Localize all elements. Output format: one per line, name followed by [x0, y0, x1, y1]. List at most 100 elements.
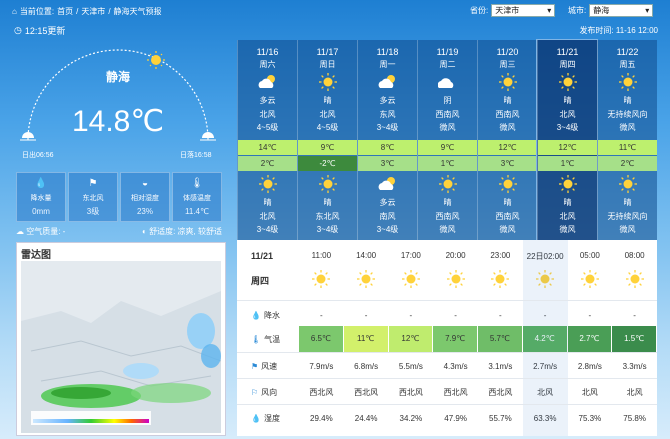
day-weather: 晴: [503, 96, 512, 105]
day-date: 11/16: [256, 47, 279, 57]
day-wind-level: 3~4级: [556, 123, 579, 132]
hour-time: 17:00: [400, 250, 421, 260]
sunrise-time: 日出06:56: [22, 152, 54, 159]
day-weekday: 周五: [619, 60, 636, 69]
day-wind-level: 微风: [499, 123, 516, 132]
hour-wind-direction: 北风: [626, 387, 643, 397]
radar-map[interactable]: [21, 261, 221, 433]
day-weather: 多云: [379, 96, 396, 105]
stat-wind: ⚑ 东北风 3级: [68, 172, 118, 222]
hour-rain: -: [364, 310, 368, 320]
breadcrumb-province-link[interactable]: 天津市: [81, 6, 105, 17]
stat-value: 11.4℃: [185, 207, 209, 217]
day-column[interactable]: 11/21 周四 晴 北风 3~4级 12℃ 1℃ 晴 北风 微风: [536, 39, 598, 241]
sun-icon: [498, 72, 518, 92]
humidity-label: 湿度: [263, 413, 280, 423]
low-temperature: 2℃: [598, 156, 657, 171]
sun-icon: [318, 174, 338, 194]
hourly-icon-row: 周四: [237, 268, 657, 292]
hour-humidity: 75.8%: [623, 413, 646, 423]
day-weather: 晴: [563, 96, 572, 105]
comfort-text: 舒适度: 凉爽, 较舒适: [149, 227, 222, 236]
humidity-icon: 💧: [251, 413, 261, 423]
day-wind-direction: 西南风: [435, 110, 460, 119]
wind-direction-label: 风向: [261, 387, 278, 397]
rain-icon: 💧: [251, 310, 261, 320]
hour-temp: 4.2℃: [522, 326, 568, 352]
hour-humidity: 29.4%: [310, 413, 333, 423]
night-weather: 晴: [263, 198, 272, 207]
hour-temp: 1.5℃: [612, 326, 657, 352]
day-date: 11/22: [616, 47, 639, 57]
hour-rain: -: [409, 310, 413, 320]
radar-map-image: [21, 261, 221, 433]
breadcrumb-separator: /: [76, 7, 79, 16]
hourly-temp-row-label: 🌡 气温: [237, 334, 299, 345]
day-column[interactable]: 11/22 周五 晴 无持续风向 微风 11℃ 2℃ 晴 无持续风向 微风: [597, 40, 657, 240]
day-wind-direction: 北风: [319, 110, 336, 119]
day-weekday: 周四: [559, 60, 576, 69]
hour-humidity: 34.2%: [399, 413, 423, 423]
night-wind-direction: 西南风: [435, 212, 460, 221]
cloud-icon: [437, 72, 458, 92]
hourly-humidity-row-label: 💧 湿度: [237, 413, 299, 424]
day-weekday: 周二: [439, 60, 456, 69]
day-wind-level: 微风: [619, 123, 636, 132]
night-wind-direction: 西南风: [495, 212, 520, 221]
row-divider: [237, 300, 657, 301]
night-wind-level: 微风: [439, 225, 456, 234]
sun-icon: [558, 72, 578, 92]
stat-label: 相对湿度: [131, 195, 159, 203]
rain-icon: 💧: [34, 177, 48, 189]
day-column[interactable]: 11/20 周三 晴 西南风 微风 12℃ 3℃ 晴 西南风 微风: [477, 40, 537, 240]
stat-value: 0mm: [32, 207, 50, 217]
high-temperature: 8℃: [358, 140, 417, 155]
high-temperature: 9℃: [418, 140, 477, 155]
day-column[interactable]: 11/16 周六 多云 北风 4~5级 14℃ 2℃ 晴 北风 3~4级: [237, 40, 297, 240]
hour-temp: 6.5℃: [299, 326, 344, 352]
sun-icon: [438, 174, 458, 194]
hourly-wind-dir-row: ⚐ 风向 西北风 西北风 西北风 西北风 西北风 北风 北风 北风: [237, 380, 657, 404]
sun-icon: [558, 174, 578, 194]
night-wind-direction: 南风: [379, 212, 396, 221]
hour-rain: -: [543, 310, 547, 320]
high-temperature: 14℃: [238, 140, 297, 155]
day-weather: 阴: [443, 96, 452, 105]
day-date: 11/19: [436, 47, 459, 57]
low-temperature: 2℃: [238, 156, 297, 171]
hour-temp: 11℃: [343, 326, 389, 352]
day-wind-direction: 无持续风向: [607, 110, 648, 119]
day-date: 11/20: [496, 47, 519, 57]
clock-icon: ◷: [14, 25, 22, 35]
stat-label: 降水量: [30, 195, 52, 203]
stat-label: 体感温度: [183, 195, 211, 203]
sun-icon: [618, 72, 638, 92]
hourly-forecast: 11/21 11:00 14:00 17:00 20:00 23:00 22日02:00 05…: [237, 240, 657, 436]
hour-rain: -: [588, 310, 592, 320]
hour-wind-direction: 西北风: [443, 387, 468, 397]
province-select[interactable]: 天津市: [491, 4, 556, 17]
hour-temp: 12℃: [388, 326, 434, 352]
hour-humidity: 75.3%: [578, 413, 602, 423]
sun-icon: [498, 174, 518, 194]
night-weather: 晴: [623, 198, 632, 207]
day-wind-level: 微风: [439, 123, 456, 132]
hourly-rain-row: 💧 降水 - - - - - - - -: [237, 304, 657, 326]
hour-rain: -: [633, 310, 636, 320]
night-wind-level: 微风: [559, 225, 576, 234]
current-city: 静海: [105, 70, 130, 84]
city-select[interactable]: 静海: [589, 4, 654, 17]
hourly-wind-speed-row-label: ⚑ 风速: [237, 361, 299, 372]
day-weekday: 周三: [499, 60, 516, 69]
hourly-wind-dir-row-label: ⚐ 风向: [237, 387, 299, 398]
night-wind-level: 微风: [619, 225, 636, 234]
breadcrumb-home-link[interactable]: 首页: [57, 6, 73, 17]
city-selector: 城市: 静海: [568, 4, 654, 17]
day-date: 11/21: [556, 47, 579, 57]
day-column[interactable]: 11/19 周二 阴 西南风 微风 9℃ 1℃ 晴 西南风 微风: [417, 40, 477, 240]
day-column[interactable]: 11/17 周日 晴 北风 4~5级 9℃ -2℃ 晴 东北风 3~4级: [297, 40, 357, 240]
province-selector: 省份: 天津市: [470, 4, 556, 17]
day-column[interactable]: 11/18 周一 多云 东风 3~4级 8℃ 3℃ 多云 南风 3~4级: [357, 40, 417, 240]
sun-icon: [258, 174, 278, 194]
high-temperature: 11℃: [598, 140, 657, 155]
